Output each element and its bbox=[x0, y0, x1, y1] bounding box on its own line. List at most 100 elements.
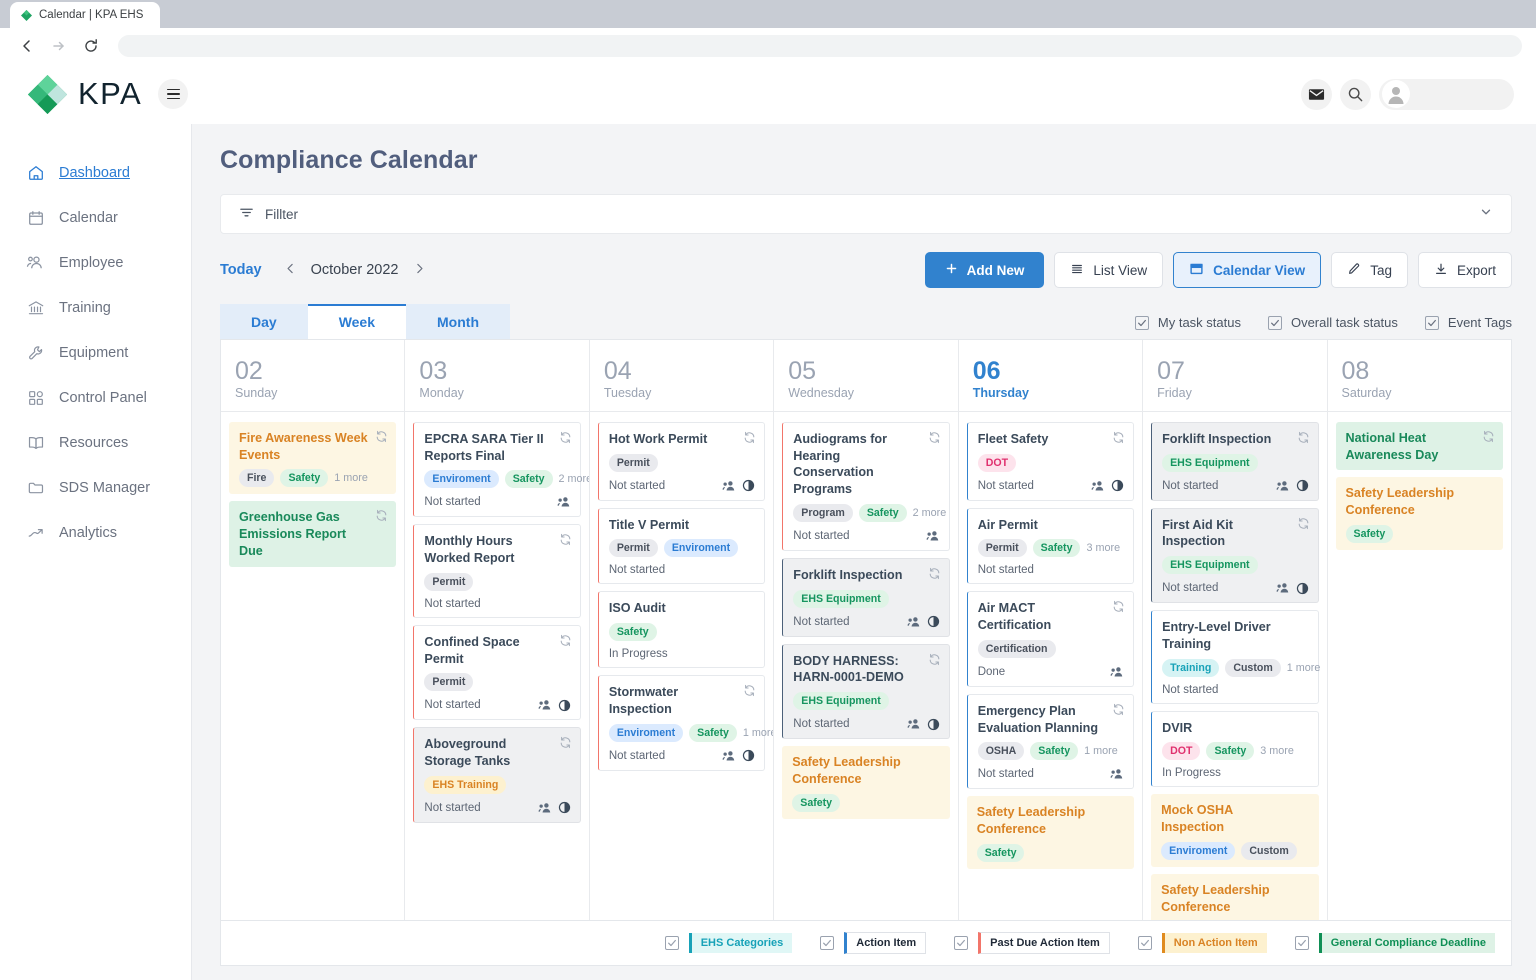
browser-tab[interactable]: Calendar | KPA EHS bbox=[10, 2, 160, 28]
sidebar-item-equipment[interactable]: Equipment bbox=[0, 330, 191, 375]
event-tag[interactable]: Safety bbox=[977, 844, 1025, 862]
calendar-event-card[interactable]: ISO AuditSafetyIn Progress bbox=[598, 591, 765, 668]
event-tag[interactable]: Fire bbox=[239, 469, 274, 487]
event-tag[interactable]: DOT bbox=[1162, 742, 1200, 760]
calendar-event-card[interactable]: Greenhouse Gas Emissions Report Due bbox=[229, 501, 396, 566]
chevron-down-icon[interactable] bbox=[1479, 205, 1493, 224]
calendar-event-card[interactable]: Safety Leadership ConferenceSafety bbox=[782, 746, 949, 818]
calendar-event-card[interactable]: Forklift InspectionEHS EquipmentNot star… bbox=[782, 558, 949, 637]
event-tag[interactable]: Safety bbox=[609, 623, 657, 641]
progress-pie-icon[interactable] bbox=[558, 801, 571, 814]
sidebar-item-dashboard[interactable]: Dashboard bbox=[0, 150, 191, 195]
add-new-button[interactable]: Add New bbox=[925, 252, 1045, 288]
assignees-icon[interactable] bbox=[1276, 581, 1290, 595]
event-tag[interactable]: Safety bbox=[792, 794, 840, 812]
calendar-event-card[interactable]: EPCRA SARA Tier II Reports FinalEnvirome… bbox=[413, 422, 580, 517]
calendar-event-card[interactable]: Safety Leadership ConferenceSafety bbox=[1151, 874, 1318, 920]
calendar-view-button[interactable]: Calendar View bbox=[1173, 252, 1321, 288]
event-tag[interactable]: Permit bbox=[424, 573, 473, 591]
calendar-event-card[interactable]: Fire Awareness Week EventsFireSafety1 mo… bbox=[229, 422, 396, 494]
assignees-icon[interactable] bbox=[907, 717, 921, 731]
sidebar-item-analytics[interactable]: Analytics bbox=[0, 510, 191, 555]
calendar-event-card[interactable]: First Aid Kit InspectionEHS EquipmentNot… bbox=[1151, 508, 1318, 603]
event-tag[interactable]: Safety bbox=[1033, 539, 1081, 557]
sidebar-item-resources[interactable]: Resources bbox=[0, 420, 191, 465]
calendar-event-card[interactable]: Aboveground Storage TanksEHS TrainingNot… bbox=[413, 727, 580, 822]
event-tag[interactable]: Safety bbox=[859, 504, 907, 522]
mail-icon[interactable] bbox=[1301, 79, 1332, 110]
calendar-event-card[interactable]: Safety Leadership ConferenceSafety bbox=[967, 796, 1134, 868]
event-tag[interactable]: EHS Equipment bbox=[1162, 556, 1257, 574]
progress-pie-icon[interactable] bbox=[927, 718, 940, 731]
legend-item[interactable]: Non Action Item bbox=[1138, 933, 1267, 953]
event-more-tags[interactable]: 2 more bbox=[913, 507, 947, 519]
event-tag[interactable]: Training bbox=[1162, 659, 1219, 677]
filter-bar[interactable]: Fillter bbox=[220, 194, 1512, 234]
calendar-event-card[interactable]: National Heat Awareness Day bbox=[1336, 422, 1503, 470]
calendar-event-card[interactable]: Mock OSHA InspectionEnviromentCustom bbox=[1151, 794, 1318, 866]
calendar-event-card[interactable]: Air PermitPermitSafety3 moreNot started bbox=[967, 508, 1134, 585]
reload-button[interactable] bbox=[78, 33, 104, 59]
progress-pie-icon[interactable] bbox=[1111, 479, 1124, 492]
progress-pie-icon[interactable] bbox=[1296, 479, 1309, 492]
event-tag[interactable]: Program bbox=[793, 504, 853, 522]
event-tag[interactable]: Safety bbox=[1346, 525, 1394, 543]
calendar-event-card[interactable]: Emergency Plan Evaluation PlanningOSHASa… bbox=[967, 694, 1134, 789]
event-tag[interactable]: Custom bbox=[1241, 842, 1296, 860]
event-tag[interactable]: Enviroment bbox=[1161, 842, 1235, 860]
assignees-icon[interactable] bbox=[538, 801, 552, 815]
calendar-event-card[interactable]: Forklift InspectionEHS EquipmentNot star… bbox=[1151, 422, 1318, 501]
legend-item[interactable]: Action Item bbox=[820, 932, 926, 954]
event-more-tags[interactable]: 3 more bbox=[1260, 745, 1294, 757]
forward-button[interactable] bbox=[46, 33, 72, 59]
assignees-icon[interactable] bbox=[1276, 479, 1290, 493]
sidebar-item-training[interactable]: Training bbox=[0, 285, 191, 330]
assignees-icon[interactable] bbox=[926, 529, 940, 543]
assignees-icon[interactable] bbox=[1110, 767, 1124, 781]
sidebar-item-control-panel[interactable]: Control Panel bbox=[0, 375, 191, 420]
legend-checkbox[interactable] bbox=[1295, 936, 1309, 950]
calendar-event-card[interactable]: DVIRDOTSafety3 moreIn Progress bbox=[1151, 711, 1318, 788]
legend-checkbox[interactable] bbox=[665, 936, 679, 950]
checkbox-my-task-status[interactable]: My task status bbox=[1135, 315, 1241, 330]
assignees-icon[interactable] bbox=[722, 749, 736, 763]
event-tag[interactable]: EHS Equipment bbox=[793, 590, 888, 608]
checkbox-overall-task-status[interactable]: Overall task status bbox=[1268, 315, 1398, 330]
event-tag[interactable]: EHS Equipment bbox=[1162, 454, 1257, 472]
assignees-icon[interactable] bbox=[557, 495, 571, 509]
assignees-icon[interactable] bbox=[1110, 665, 1124, 679]
tab-week[interactable]: Week bbox=[308, 304, 406, 339]
legend-item[interactable]: Past Due Action Item bbox=[954, 932, 1110, 954]
calendar-event-card[interactable]: Fleet SafetyDOTNot started bbox=[967, 422, 1134, 501]
assignees-icon[interactable] bbox=[1091, 479, 1105, 493]
legend-item[interactable]: EHS Categories bbox=[665, 933, 793, 953]
next-month-button[interactable] bbox=[413, 262, 426, 279]
today-button[interactable]: Today bbox=[220, 262, 262, 278]
legend-checkbox[interactable] bbox=[954, 936, 968, 950]
list-view-button[interactable]: List View bbox=[1054, 252, 1163, 288]
event-tag[interactable]: Safety bbox=[689, 724, 737, 742]
event-more-tags[interactable]: 2 more bbox=[559, 473, 589, 485]
export-button[interactable]: Export bbox=[1418, 252, 1512, 288]
progress-pie-icon[interactable] bbox=[742, 479, 755, 492]
event-tag[interactable]: EHS Equipment bbox=[793, 692, 888, 710]
legend-item[interactable]: General Compliance Deadline bbox=[1295, 933, 1495, 953]
back-button[interactable] bbox=[14, 33, 40, 59]
event-tag[interactable]: DOT bbox=[978, 454, 1016, 472]
calendar-event-card[interactable]: Audiograms for Hearing Conservation Prog… bbox=[782, 422, 949, 551]
sidebar-item-sds-manager[interactable]: SDS Manager bbox=[0, 465, 191, 510]
checkbox-event-tags[interactable]: Event Tags bbox=[1425, 315, 1512, 330]
event-tag[interactable]: Safety bbox=[280, 469, 328, 487]
event-tag[interactable]: Safety bbox=[505, 470, 553, 488]
event-tag[interactable]: OSHA bbox=[978, 742, 1025, 760]
assignees-icon[interactable] bbox=[907, 615, 921, 629]
prev-month-button[interactable] bbox=[284, 262, 297, 279]
calendar-event-card[interactable]: Stormwater InspectionEnviromentSafety1 m… bbox=[598, 675, 765, 770]
event-more-tags[interactable]: 3 more bbox=[1086, 542, 1120, 554]
progress-pie-icon[interactable] bbox=[558, 699, 571, 712]
assignees-icon[interactable] bbox=[538, 698, 552, 712]
event-tag[interactable]: Safety bbox=[1206, 742, 1254, 760]
event-more-tags[interactable]: 1 more bbox=[743, 727, 773, 739]
sidebar-item-employee[interactable]: Employee bbox=[0, 240, 191, 285]
progress-pie-icon[interactable] bbox=[927, 615, 940, 628]
